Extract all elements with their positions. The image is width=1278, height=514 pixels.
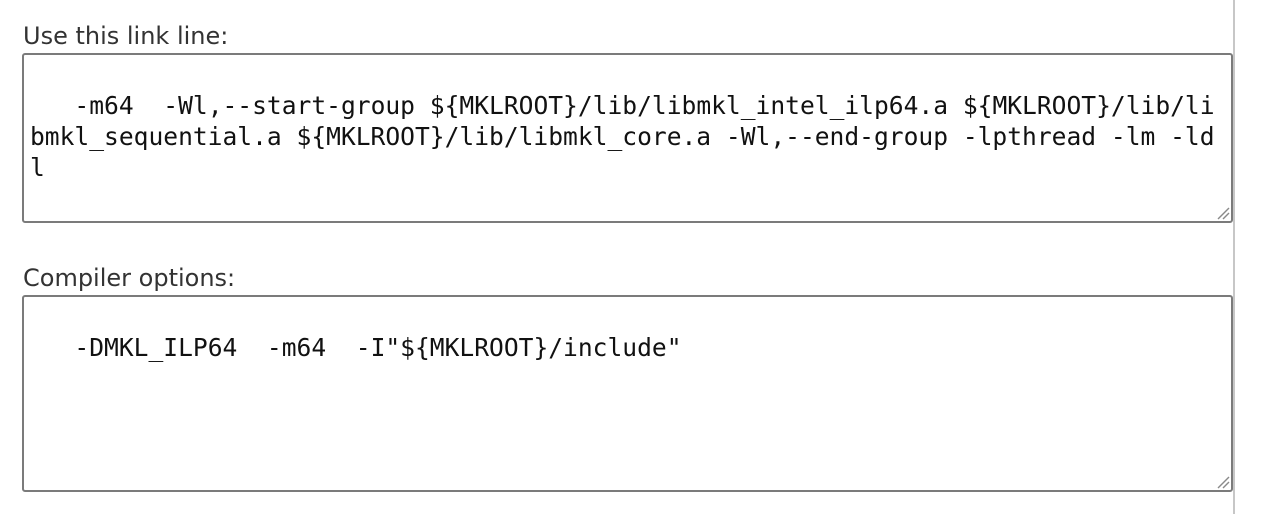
page-right-border [1233,0,1235,514]
link-line-text: -m64 -Wl,--start-group ${MKLROOT}/lib/li… [30,91,1215,182]
resize-grip-icon[interactable] [1216,206,1230,220]
compiler-options-textarea[interactable]: -DMKL_ILP64 -m64 -I"${MKLROOT}/include" [22,295,1233,492]
resize-grip-icon[interactable] [1216,475,1230,489]
link-line-textarea[interactable]: -m64 -Wl,--start-group ${MKLROOT}/lib/li… [22,53,1233,223]
compiler-options-label: Compiler options: [23,264,236,292]
link-line-label: Use this link line: [23,22,229,50]
compiler-options-text: -DMKL_ILP64 -m64 -I"${MKLROOT}/include" [59,333,682,362]
